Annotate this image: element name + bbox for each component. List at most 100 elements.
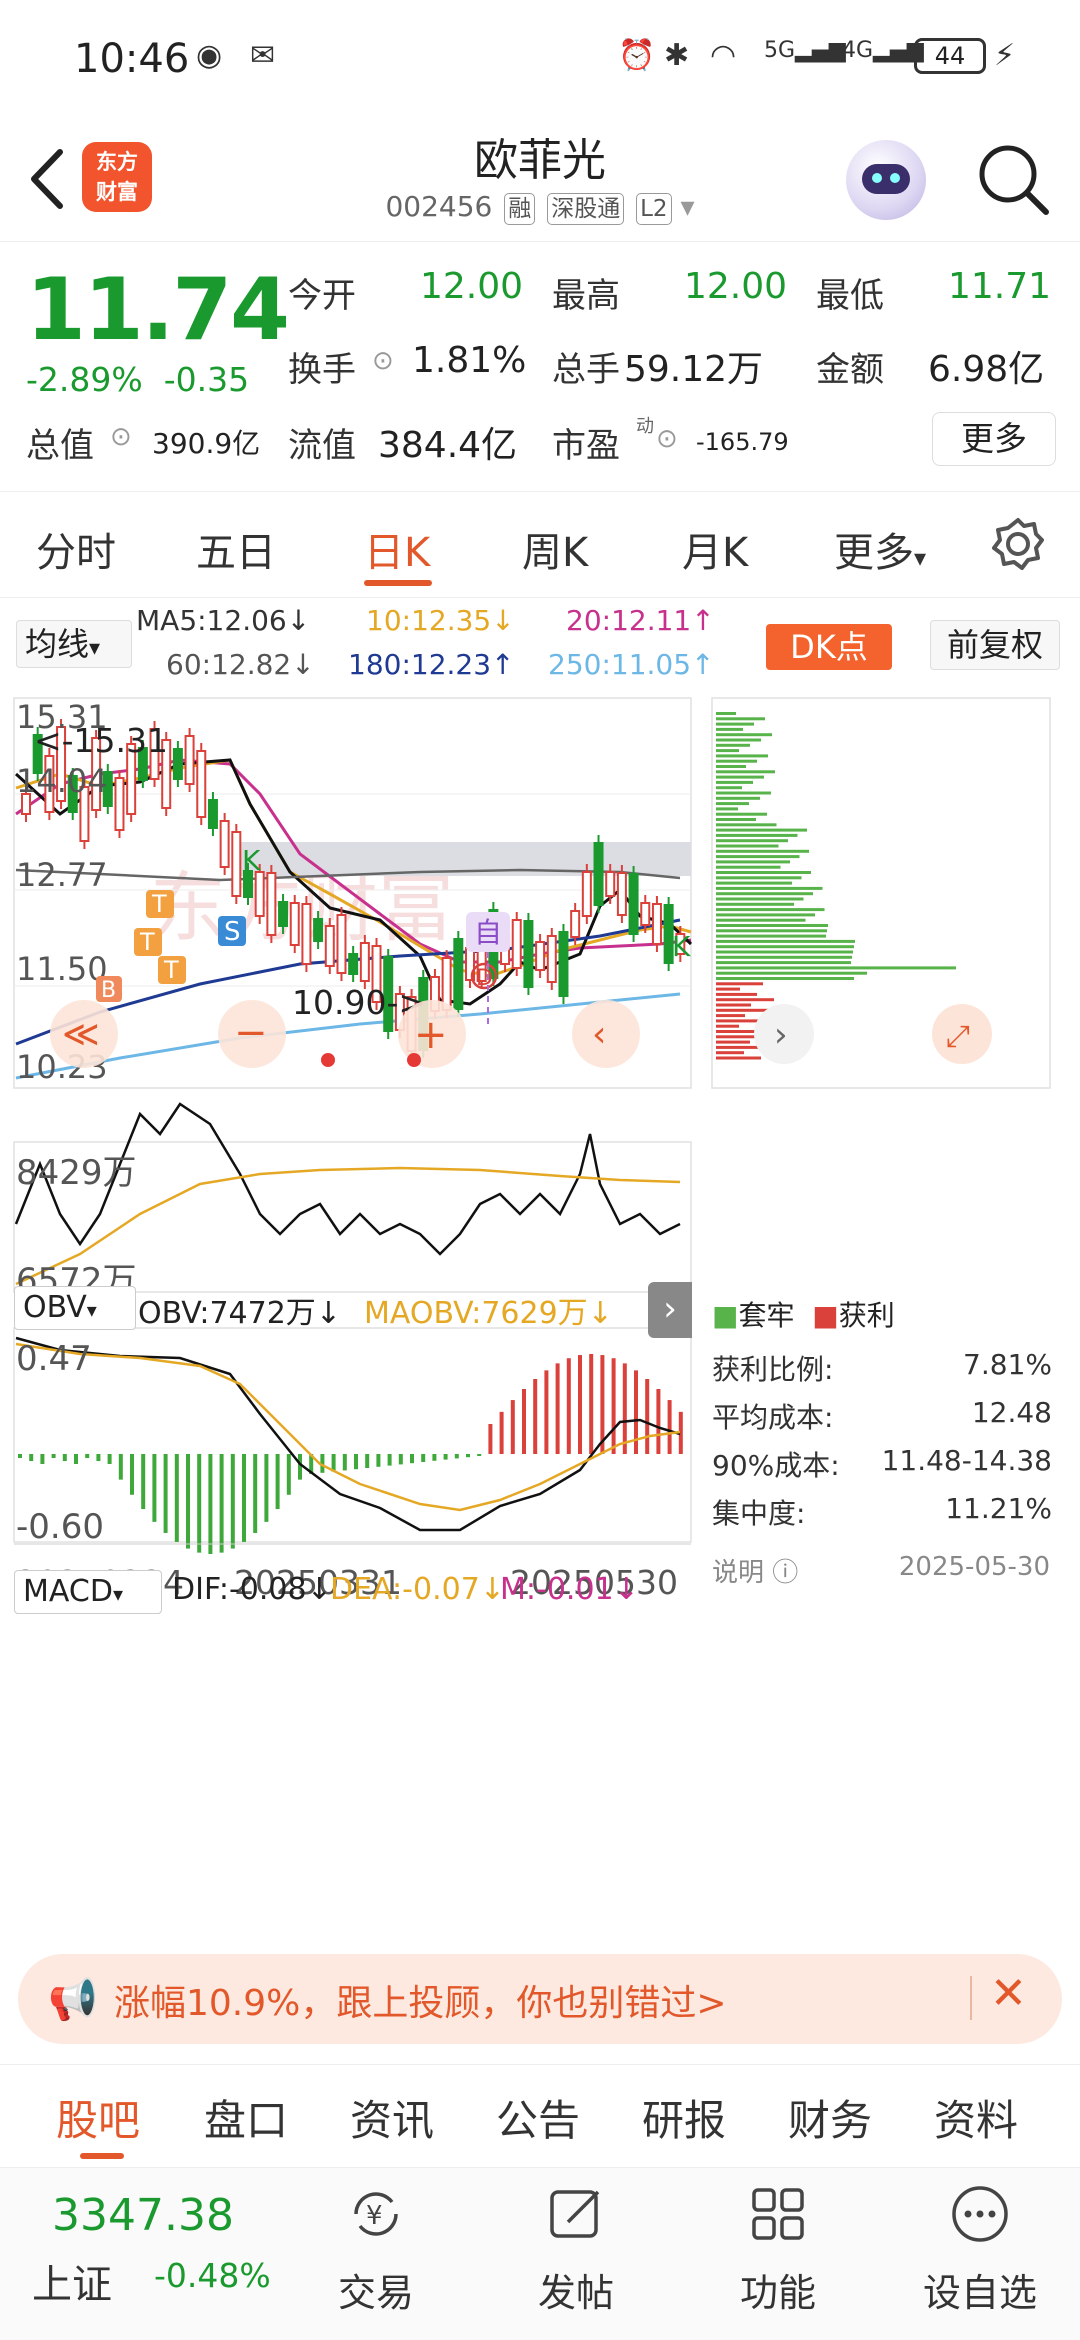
tab-financials[interactable]: 财务: [788, 2087, 872, 2148]
candle-body: [301, 903, 312, 965]
candle-body: [570, 910, 581, 938]
macd-bar: [118, 1454, 123, 1480]
macd-bar: [141, 1454, 146, 1509]
macd-bar: [398, 1454, 403, 1465]
tab-research[interactable]: 研报: [642, 2087, 726, 2148]
chip-bar: [716, 844, 779, 848]
m-value: M:-0.01↓: [500, 1572, 639, 1607]
nav-add-watchlist[interactable]: 设自选: [900, 2168, 1060, 2340]
macd-selector[interactable]: MACD▾: [14, 1570, 162, 1614]
macd-bar: [566, 1358, 571, 1454]
chip-bar: [716, 945, 854, 949]
tab-news[interactable]: 资讯: [350, 2087, 434, 2148]
last-price: 11.74: [26, 260, 290, 360]
gear-icon[interactable]: [990, 516, 1046, 572]
tab-profile[interactable]: 资料: [934, 2087, 1018, 2148]
alarm-icon: ⏰: [618, 38, 656, 73]
turnover-value: 1.81%: [412, 340, 527, 381]
more-dots-icon: [952, 2186, 1008, 2242]
search-icon[interactable]: [976, 142, 1052, 218]
t-marker-1: T: [151, 890, 167, 918]
ma-legend: 均线▾ MA5:12.06↓ 10:12.35↓ 20:12.11↑ 60:12…: [0, 598, 1080, 694]
nav-add-watchlist-label: 设自选: [922, 2271, 1037, 2315]
chip-legend: ■套牢 ■获利: [712, 1299, 895, 1332]
macd-bar: [533, 1379, 538, 1454]
chip-bar: [716, 977, 854, 980]
info-icon[interactable]: ⊙: [372, 346, 394, 376]
nav-post[interactable]: 发帖: [496, 2168, 656, 2340]
panel-collapse-button[interactable]: ›: [648, 1282, 692, 1338]
obv-selector[interactable]: OBV▾: [14, 1286, 136, 1330]
dk-point-button[interactable]: DK点: [766, 624, 892, 670]
more-button[interactable]: 更多: [932, 412, 1056, 466]
tab-announcements[interactable]: 公告: [496, 2087, 580, 2148]
ma-selector[interactable]: 均线▾: [16, 620, 132, 668]
adjust-button[interactable]: 前复权: [930, 620, 1060, 670]
d-marker: D: [476, 966, 493, 991]
ma5-value: MA5:12.06↓: [136, 604, 311, 637]
macd-bar: [656, 1389, 661, 1454]
pe-sup: 动: [636, 416, 654, 437]
macd-bar: [589, 1354, 594, 1454]
macd-bar: [74, 1454, 78, 1464]
charging-icon: ⚡: [994, 38, 1016, 73]
close-icon[interactable]: ✕: [990, 1968, 1027, 2019]
sell-marker: S: [224, 917, 241, 947]
chip-bar: [716, 961, 851, 965]
tag-connect: 深股通: [547, 193, 625, 225]
volume-value: 59.12万: [624, 349, 764, 390]
ma10-value: 10:12.35↓: [366, 604, 515, 637]
float-value: 384.4亿: [378, 425, 518, 466]
macd-y-bottom: -0.60: [16, 1507, 104, 1547]
nav-trade[interactable]: ¥ 交易: [296, 2168, 456, 2340]
info-icon[interactable]: ⊙: [110, 422, 132, 452]
candle-body: [278, 901, 289, 927]
chip-bar: [716, 929, 827, 933]
macd-histogram: [18, 1354, 683, 1554]
high-value: 12.00: [684, 266, 788, 307]
info-icon[interactable]: ⊙: [656, 424, 678, 454]
yen-cycle-icon: ¥: [354, 2192, 398, 2236]
candle-body: [336, 914, 347, 974]
subtab-underline: [80, 2153, 124, 2159]
chip-bar: [716, 754, 768, 758]
macd-bar: [96, 1454, 101, 1461]
assistant-robot-icon[interactable]: [846, 140, 926, 220]
chip-bar: [716, 913, 815, 917]
tab-weekly-k[interactable]: 周K: [522, 520, 588, 578]
tab-five-day[interactable]: 五日: [196, 520, 276, 578]
index-widget[interactable]: 3347.38 上证 -0.48%: [0, 2168, 300, 2340]
tab-orderbook[interactable]: 盘口: [204, 2087, 288, 2148]
tab-daily-k[interactable]: 日K: [364, 520, 430, 578]
chip-bar: [716, 860, 790, 864]
nav-post-label: 发帖: [537, 2271, 614, 2315]
stock-code: 002456: [385, 190, 493, 223]
macd-y-top: 0.47: [16, 1339, 92, 1379]
pe-value: -165.79: [696, 428, 789, 456]
battery-icon: 44: [914, 38, 986, 74]
chip-bar: [716, 998, 774, 1002]
ma180-value: 180:12.23↑: [348, 648, 515, 681]
chip-bar: [716, 939, 855, 943]
plus-icon: +: [414, 1012, 448, 1058]
candle-body: [628, 873, 639, 935]
chip-distribution: [716, 712, 956, 1060]
tab-forum[interactable]: 股吧: [56, 2087, 140, 2148]
chip-bar: [716, 982, 763, 986]
tab-monthly-k[interactable]: 月K: [682, 520, 748, 578]
promo-banner[interactable]: 📢 涨幅10.9%，跟上投顾，你也别错过> ✕: [18, 1954, 1062, 2044]
candle-body: [523, 920, 534, 988]
tab-intraday[interactable]: 分时: [36, 520, 116, 578]
chip-bar: [716, 849, 809, 853]
macd-bar: [107, 1454, 112, 1464]
candle-body: [196, 750, 207, 818]
obv-y-top: 8429万: [16, 1153, 137, 1193]
tab-more[interactable]: 更多▾: [834, 520, 926, 578]
macd-bar: [342, 1454, 347, 1471]
chip-bar: [716, 812, 767, 816]
open-label: 今开: [288, 276, 356, 316]
chip-bar: [716, 1014, 745, 1018]
nav-functions[interactable]: 功能: [698, 2168, 858, 2340]
chip-help[interactable]: 说明 ⓘ: [712, 1552, 798, 1589]
candle-body: [289, 902, 300, 946]
